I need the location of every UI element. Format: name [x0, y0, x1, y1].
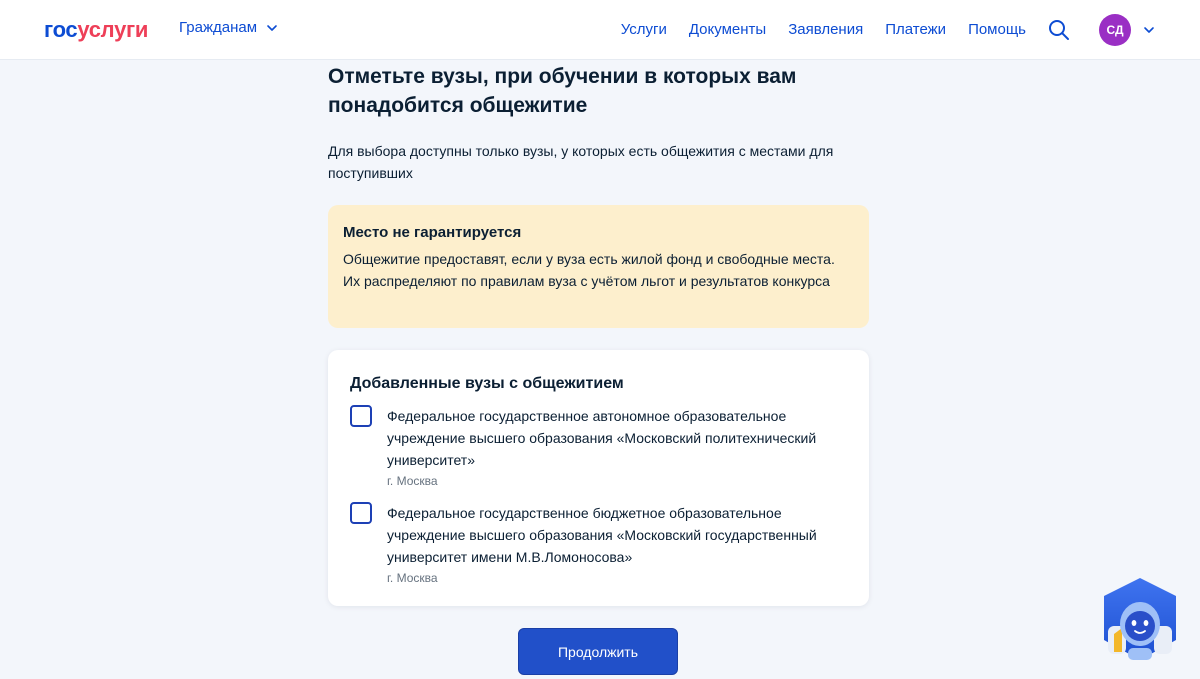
university-city: г. Москва [387, 571, 438, 585]
university-name: Федеральное государственное бюджетное об… [387, 505, 817, 565]
logo-part-uslugi: услуги [77, 17, 149, 42]
university-option[interactable]: Федеральное государственное бюджетное об… [350, 502, 847, 587]
logo-part-gos: гос [44, 17, 78, 42]
search-icon[interactable] [1047, 18, 1071, 42]
warning-text: Общежитие предоставят, если у вуза есть … [343, 251, 835, 289]
citizens-menu[interactable]: Гражданам [179, 19, 279, 36]
nav-applications[interactable]: Заявления [788, 19, 863, 41]
chevron-down-icon[interactable] [1142, 23, 1156, 37]
top-header: госуслуги Гражданам Услуги Документы Зая… [0, 0, 1200, 60]
robot-assistant-icon[interactable] [1098, 576, 1182, 666]
university-city: г. Москва [387, 474, 438, 488]
warning-banner: Место не гарантируется Общежитие предост… [328, 205, 869, 328]
university-option-body: Федеральное государственное бюджетное об… [387, 502, 847, 587]
nav-documents[interactable]: Документы [689, 19, 766, 41]
chevron-down-icon [267, 24, 277, 31]
nav-help[interactable]: Помощь [968, 19, 1026, 41]
nav-services[interactable]: Услуги [621, 19, 667, 41]
page-title: Отметьте вузы, при обучении в которых ва… [328, 65, 797, 117]
main-nav: Услуги Документы Заявления Платежи Помощ… [621, 19, 1026, 41]
card-title: Добавленные вузы с общежитием [350, 375, 624, 392]
universities-card: Добавленные вузы с общежитием Федерально… [328, 350, 869, 606]
continue-button[interactable]: Продолжить [518, 628, 678, 675]
university-checkbox[interactable] [350, 405, 372, 427]
warning-title: Место не гарантируется [343, 224, 522, 241]
university-option-body: Федеральное государственное автономное о… [387, 405, 847, 490]
nav-payments[interactable]: Платежи [885, 19, 946, 41]
gosuslugi-logo[interactable]: госуслуги [44, 16, 148, 44]
university-option[interactable]: Федеральное государственное автономное о… [350, 405, 847, 490]
citizens-menu-label: Гражданам [179, 19, 258, 36]
university-name: Федеральное государственное автономное о… [387, 408, 817, 468]
university-checkbox[interactable] [350, 502, 372, 524]
page-description: Для выбора доступны только вузы, у котор… [328, 143, 834, 181]
user-avatar[interactable]: СД [1099, 14, 1131, 46]
